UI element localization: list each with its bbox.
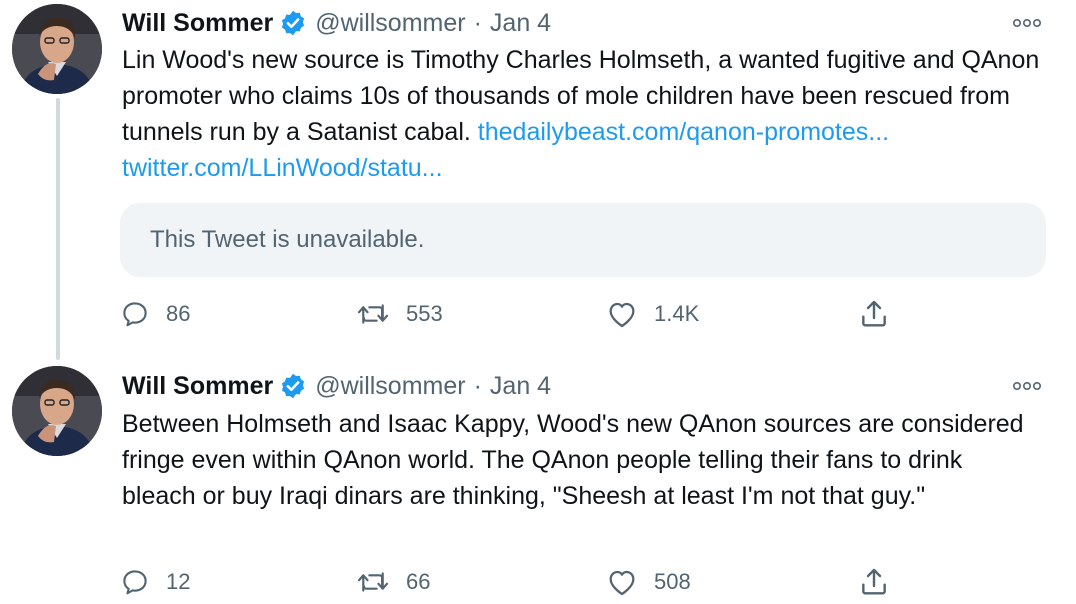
more-options-icon[interactable] — [1012, 371, 1042, 401]
retweet-count: 66 — [406, 569, 431, 594]
heart-icon — [609, 302, 635, 328]
verified-badge-icon — [279, 9, 307, 37]
author-display-name[interactable]: Will Sommer — [122, 9, 273, 38]
like-count: 1.4K — [654, 301, 700, 326]
avatar-photo-icon — [12, 4, 102, 94]
reply-button[interactable]: 12 — [120, 562, 190, 602]
more-options-icon[interactable] — [1012, 8, 1042, 38]
heart-icon — [609, 570, 635, 596]
verified-badge-icon — [279, 372, 307, 400]
tweet-actions: 86 553 1.4K — [120, 294, 900, 334]
retweet-button[interactable]: 66 — [356, 562, 430, 602]
quoted-tweet-unavailable-text: This Tweet is unavailable. — [150, 226, 425, 253]
retweet-icon — [357, 572, 389, 592]
like-button[interactable]: 1.4K — [606, 294, 699, 334]
reply-icon — [123, 570, 147, 595]
tweet-date[interactable]: Jan 4 — [490, 9, 551, 38]
tweet-date[interactable]: Jan 4 — [490, 372, 551, 401]
tweet-actions: 12 66 508 — [120, 562, 900, 602]
reply-button[interactable]: 86 — [120, 294, 190, 334]
author-handle[interactable]: @willsommer — [315, 9, 465, 38]
like-button[interactable]: 508 — [606, 562, 691, 602]
share-icon — [862, 300, 886, 327]
author-handle[interactable]: @willsommer — [315, 372, 465, 401]
tweet-header: Will Sommer @willsommer · Jan 4 — [122, 366, 551, 406]
separator-dot: · — [473, 371, 482, 400]
avatar-photo-icon — [12, 366, 102, 456]
tweet[interactable]: Will Sommer @willsommer · Jan 4 Between … — [0, 358, 1076, 604]
retweet-icon — [357, 304, 389, 324]
reply-icon — [123, 302, 147, 327]
like-count: 508 — [654, 569, 691, 594]
tweet-thread: Will Sommer @willsommer · Jan 4 Lin Wood… — [0, 0, 1076, 604]
share-button[interactable] — [858, 562, 890, 602]
tweet-text: Between Holmseth and Isaac Kappy, Wood's… — [122, 410, 1024, 510]
share-icon — [862, 568, 886, 595]
reply-count: 12 — [166, 569, 191, 594]
quoted-tweet-link[interactable]: twitter.com/LLinWood/statu... — [122, 154, 443, 182]
thread-connector-line — [56, 98, 60, 360]
avatar[interactable] — [12, 4, 102, 94]
retweet-count: 553 — [406, 301, 443, 326]
tweet-text: Lin Wood's new source is Timothy Charles… — [122, 42, 1042, 186]
share-button[interactable] — [858, 294, 890, 334]
quoted-tweet-card[interactable]: This Tweet is unavailable. — [120, 203, 1046, 277]
reply-count: 86 — [166, 301, 191, 326]
tweet-header: Will Sommer @willsommer · Jan 4 — [122, 3, 551, 43]
tweet[interactable]: Will Sommer @willsommer · Jan 4 Lin Wood… — [0, 0, 1076, 360]
retweet-button[interactable]: 553 — [356, 294, 443, 334]
separator-dot: · — [473, 8, 482, 37]
author-display-name[interactable]: Will Sommer — [122, 372, 273, 401]
article-link[interactable]: thedailybeast.com/qanon-promotes... — [478, 118, 889, 146]
avatar[interactable] — [12, 366, 102, 456]
